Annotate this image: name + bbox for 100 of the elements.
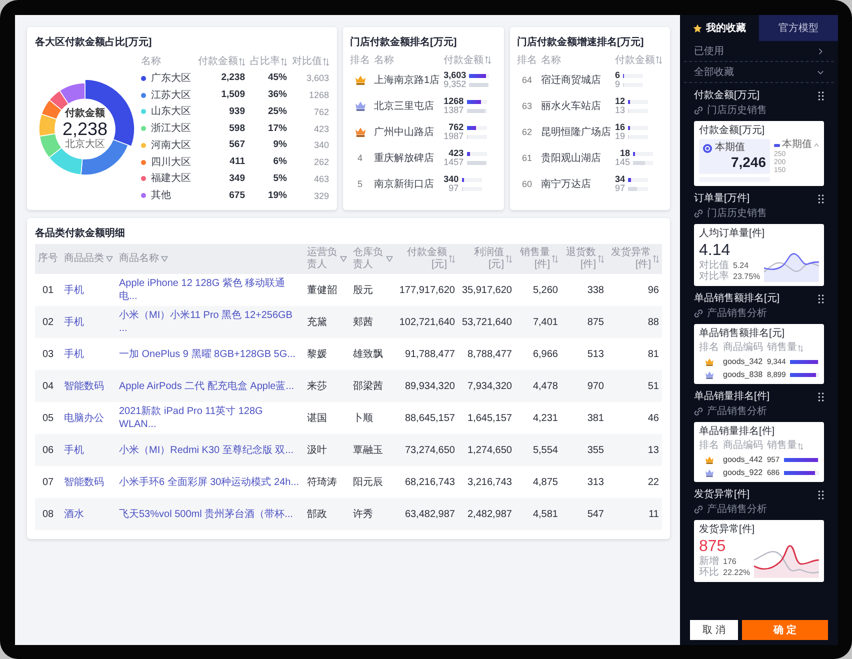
source-link[interactable]: 产品销售分析 — [707, 405, 767, 418]
table-cell-text: 355 — [586, 444, 605, 458]
table-cell-text: 7,401 — [532, 316, 559, 330]
region-name: 广东大区 — [151, 72, 191, 85]
table-link[interactable]: 一加 OnePlus 9 黑曜 8GB+128GB 5G... — [116, 338, 304, 370]
filter-icon[interactable] — [106, 256, 113, 262]
share-cell-text: 5% — [272, 172, 287, 185]
source-link[interactable]: 门店历史销售 — [707, 207, 767, 220]
table-cell-text: 46 — [646, 412, 660, 426]
store-name: 广州中山路店 — [374, 126, 435, 138]
table-link[interactable]: 2021新款 iPad Pro 11英寸 128G WLAN... — [116, 402, 304, 434]
table-link[interactable]: 飞天53%vol 500ml 贵州茅台酒（带杯... — [116, 498, 304, 530]
drag-handle-icon[interactable] — [818, 490, 824, 500]
amount-cell-text: 675 — [228, 190, 245, 202]
table-cell-text: 4,875 — [532, 476, 559, 490]
filter-icon[interactable] — [161, 256, 168, 262]
table-cell-text: 53,721,640 — [460, 316, 513, 330]
table-cell-text: 7,934,320 — [466, 380, 513, 394]
compare-value: 1987 — [444, 132, 464, 141]
compare-cell-text: 262 — [312, 156, 329, 168]
chevron-right-icon — [817, 48, 824, 54]
table-link[interactable]: 手机 — [61, 338, 116, 370]
table-link[interactable]: 智能数码 — [61, 370, 116, 402]
table-link[interactable]: 手机 — [61, 274, 116, 306]
tab[interactable]: 官方模型 — [759, 15, 838, 41]
table-link[interactable]: 手机 — [61, 434, 116, 466]
sort-icon[interactable] — [239, 58, 245, 66]
cancel-button[interactable]: 取 消 — [690, 620, 738, 640]
stat-value: 5.24 — [733, 260, 749, 271]
sort-icon[interactable] — [506, 255, 512, 263]
sort-icon[interactable] — [281, 58, 287, 66]
table-cell-text: 06 — [41, 444, 55, 458]
amount-value: 18 — [619, 149, 630, 158]
table-link[interactable]: 电脑办公 — [61, 402, 116, 434]
table-link[interactable]: 小米（MI）小米11 Pro 黑色 12+256GB ... — [116, 306, 304, 338]
table-link[interactable]: 手机 — [61, 306, 116, 338]
store-name: 重庆解放碑店 — [374, 152, 435, 164]
column-header: 名称 — [374, 54, 395, 66]
compare-value: 9 — [615, 80, 620, 89]
rank-number: 4 — [357, 152, 362, 164]
column-header: 排名 — [699, 342, 719, 354]
product-code: goods_838 — [723, 369, 763, 380]
filter-icon[interactable] — [340, 256, 347, 262]
table-cell-text: 513 — [586, 348, 605, 362]
sort-icon[interactable] — [449, 255, 455, 263]
sort-icon[interactable] — [653, 255, 659, 263]
link-icon — [694, 309, 703, 318]
table-cell-text: 郏茜 — [352, 316, 374, 330]
table-cell-text: 177,917,620 — [398, 284, 456, 298]
widget-title: 单品销售额排名[元] — [694, 292, 780, 306]
sort-icon[interactable] — [484, 56, 491, 64]
table-cell-text: 13 — [646, 444, 660, 458]
region-name: 山东大区 — [151, 105, 191, 118]
source-link[interactable]: 产品销售分析 — [707, 307, 767, 320]
table-cell-text: 63,482,987 — [404, 508, 456, 522]
drag-handle-icon[interactable] — [818, 392, 824, 402]
group-header[interactable]: 全部收藏 — [684, 62, 834, 83]
table-link[interactable]: 小米（MI）Redmi K30 至尊纪念版 双... — [116, 434, 304, 466]
table-cell-text: 4,231 — [532, 412, 559, 426]
column-header: 排名 — [699, 440, 719, 452]
widget-preview[interactable]: 人均订单量[件] 4.14 对比值 5.24 对比率 23.75% — [694, 224, 824, 286]
chevron-down-icon — [817, 68, 824, 76]
sort-icon[interactable] — [798, 442, 803, 450]
sparkline-drawing — [754, 542, 819, 578]
table-cell-text: 05 — [41, 412, 55, 426]
card-title: 各品类付款金额明细 — [35, 227, 126, 241]
drag-handle-icon[interactable] — [818, 194, 824, 204]
drag-handle-icon[interactable] — [818, 91, 824, 101]
card-title: 各大区付款金额占比[万元] — [35, 36, 153, 50]
rank-number: 62 — [522, 126, 532, 138]
table-cell-text: 符琦涛 — [306, 476, 338, 490]
preview-title: 发货异常[件] — [699, 524, 756, 536]
widget-preview[interactable]: 发货异常[件] 875 新增 176 环比 22.22% — [694, 520, 824, 582]
table-link[interactable]: Apple AirPods 二代 配充电盒 Apple蓝... — [116, 370, 304, 402]
group-header[interactable]: 已使用 — [684, 41, 834, 62]
amount-value: 340 — [444, 175, 459, 184]
table-link[interactable]: 小米手环6 全面彩屏 30种运动模式 24h... — [116, 466, 304, 498]
table-cell-text: 338 — [586, 284, 605, 298]
sort-icon[interactable] — [798, 344, 803, 352]
amount-value: 1268 — [444, 97, 464, 106]
source-link[interactable]: 产品销售分析 — [707, 503, 767, 516]
source-link[interactable]: 门店历史销售 — [707, 104, 767, 117]
table-cell-text: 22 — [646, 476, 660, 490]
sort-icon[interactable] — [552, 255, 558, 263]
table-cell-text: 邵梁茜 — [352, 380, 384, 394]
table-cell-text: 81 — [646, 348, 660, 362]
filter-icon[interactable] — [386, 256, 393, 262]
table-link[interactable]: 酒水 — [61, 498, 116, 530]
table-link[interactable]: Apple iPhone 12 128G 紫色 移动联通电... — [116, 274, 304, 306]
sort-icon[interactable] — [323, 58, 329, 66]
sort-icon[interactable] — [656, 56, 662, 64]
sort-icon[interactable] — [598, 255, 604, 263]
table-cell-text: 08 — [41, 508, 55, 522]
compare-value: 145 — [615, 158, 630, 167]
drag-handle-icon[interactable] — [818, 294, 824, 304]
kpi-label: 本期值 — [715, 142, 745, 154]
table-cell-text: 04 — [41, 380, 55, 394]
table-cell-text: 4,478 — [532, 380, 559, 394]
table-link[interactable]: 智能数码 — [61, 466, 116, 498]
caret-icon — [814, 143, 819, 147]
